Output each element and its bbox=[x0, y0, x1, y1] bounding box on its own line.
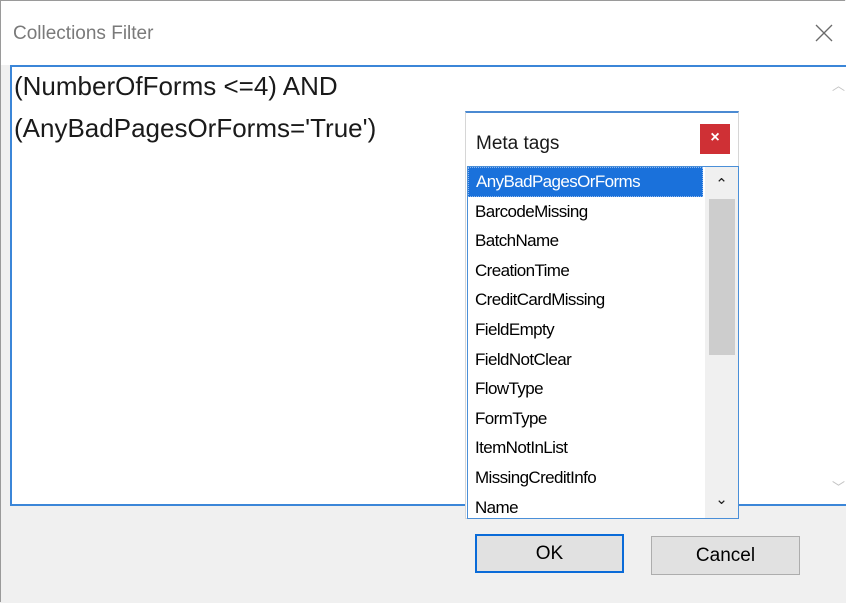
title-bar: Collections Filter bbox=[1, 1, 846, 65]
list-item[interactable]: BatchName bbox=[468, 226, 703, 256]
window-title: Collections Filter bbox=[13, 23, 154, 44]
list-item[interactable]: BarcodeMissing bbox=[468, 197, 703, 227]
list-item[interactable]: CreationTime bbox=[468, 256, 703, 286]
popup-title: Meta tags bbox=[476, 133, 560, 154]
meta-tags-popup: Meta tags × AnyBadPagesOrForms BarcodeMis… bbox=[465, 111, 739, 519]
list-item[interactable]: ItemNotInList bbox=[468, 433, 703, 463]
popup-close-button[interactable]: × bbox=[700, 124, 730, 154]
list-item[interactable]: Name bbox=[468, 493, 703, 518]
ok-button[interactable]: OK bbox=[475, 534, 624, 573]
chevron-up-icon[interactable]: ⌃ bbox=[705, 175, 738, 193]
list-items: AnyBadPagesOrForms BarcodeMissing BatchNam… bbox=[468, 167, 703, 518]
list-item[interactable]: FlowType bbox=[468, 374, 703, 404]
dialog-window: Collections Filter (NumberOfForms <=4) A… bbox=[0, 0, 846, 602]
window-close-button[interactable] bbox=[801, 1, 846, 65]
list-item[interactable]: CreditCardMissing bbox=[468, 285, 703, 315]
chevron-down-icon[interactable]: ⌄ bbox=[705, 490, 738, 508]
chevron-down-icon[interactable]: ﹀ bbox=[832, 477, 845, 496]
list-item[interactable]: FormType bbox=[468, 404, 703, 434]
list-item[interactable]: FieldNotClear bbox=[468, 345, 703, 375]
meta-tags-list[interactable]: AnyBadPagesOrForms BarcodeMissing BatchNam… bbox=[467, 166, 739, 519]
chevron-up-icon[interactable]: ︿ bbox=[832, 75, 845, 94]
expression-line-1: (NumberOfForms <=4) AND bbox=[14, 71, 338, 101]
scrollbar-thumb[interactable] bbox=[709, 199, 735, 355]
list-item[interactable]: FieldEmpty bbox=[468, 315, 703, 345]
list-item[interactable]: AnyBadPagesOrForms bbox=[468, 167, 703, 197]
editor-scrollbar[interactable]: ︿ ﹀ bbox=[828, 67, 846, 504]
list-item[interactable]: MissingCreditInfo bbox=[468, 463, 703, 493]
cancel-button[interactable]: Cancel bbox=[651, 536, 800, 575]
list-scrollbar[interactable]: ⌃ ⌄ bbox=[705, 167, 738, 518]
expression-line-2: (AnyBadPagesOrForms='True') bbox=[14, 113, 377, 143]
close-icon bbox=[815, 24, 833, 42]
